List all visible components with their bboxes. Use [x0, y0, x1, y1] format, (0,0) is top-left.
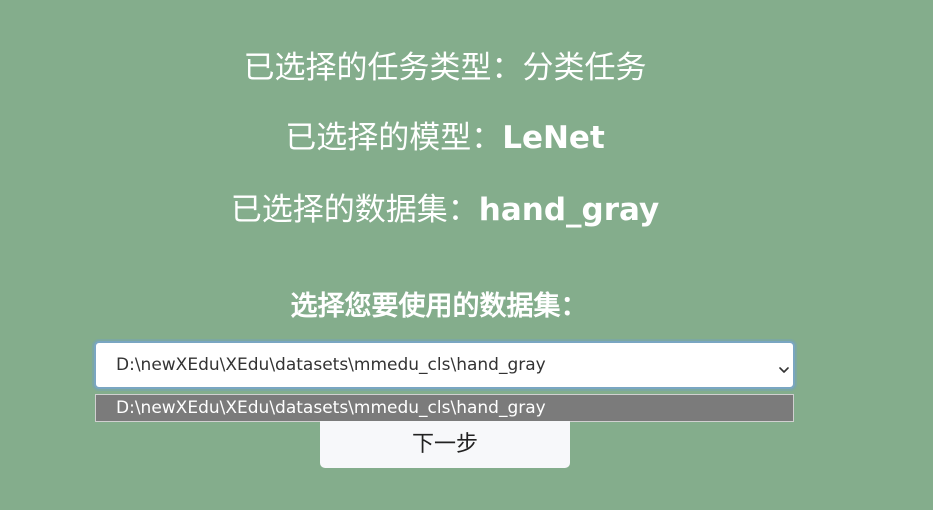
- selected-model-label: 已选择的模型：: [285, 120, 503, 156]
- dataset-select-value: D:\newXEdu\XEdu\datasets\mmedu_cls\hand_…: [116, 355, 546, 375]
- choose-dataset-heading: 选择您要使用的数据集：: [290, 291, 588, 322]
- dataset-option[interactable]: D:\newXEdu\XEdu\datasets\mmedu_cls\hand_…: [116, 395, 546, 422]
- dataset-select[interactable]: D:\newXEdu\XEdu\datasets\mmedu_cls\hand_…: [94, 341, 795, 389]
- selected-dataset-label: 已选择的数据集：: [230, 192, 479, 228]
- selected-task-value: 分类任务: [522, 50, 647, 86]
- next-step-button[interactable]: 下一步: [320, 421, 570, 468]
- selected-task-line: 已选择的任务类型：分类任务: [0, 48, 890, 88]
- selected-model-value: LeNet: [502, 120, 605, 156]
- dataset-dropdown-list: D:\newXEdu\XEdu\datasets\mmedu_cls\hand_…: [95, 394, 794, 422]
- selected-model-line: 已选择的模型：LeNet: [0, 118, 890, 158]
- selected-dataset-line: 已选择的数据集：hand_gray: [0, 190, 890, 230]
- selected-dataset-value: hand_gray: [478, 192, 660, 228]
- chevron-down-icon: [779, 360, 789, 373]
- selected-task-label: 已选择的任务类型：: [243, 50, 523, 86]
